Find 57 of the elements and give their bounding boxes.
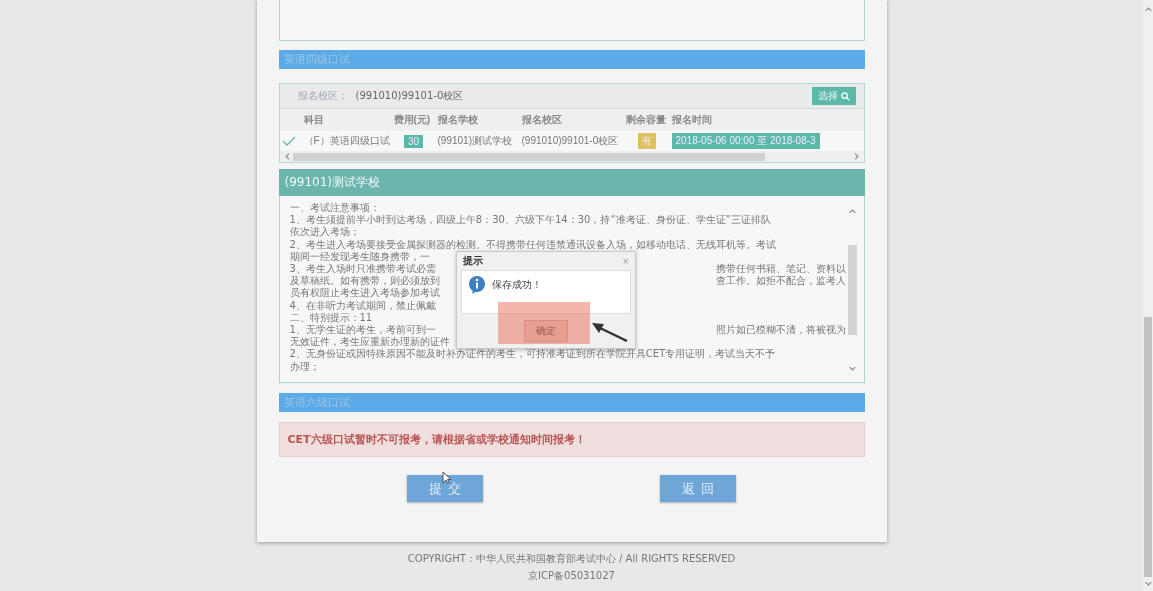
- notice-text: 4、在非听力考试期间，禁止佩戴: [289, 299, 436, 312]
- notice-text: 一、考试注意事项：: [289, 202, 380, 214]
- campus-value: (991010)99101-0校区: [355, 89, 465, 103]
- section-title: 英语六级口试: [278, 393, 865, 412]
- icp-text: 京ICP备05031027: [528, 569, 615, 583]
- campus-label: 报名校区：: [297, 89, 348, 103]
- school-title: (99101)测试学校: [278, 169, 865, 196]
- scroll-down-icon[interactable]: [1144, 580, 1152, 587]
- scrollbar-thumb[interactable]: [292, 152, 765, 161]
- select-button[interactable]: 选择: [811, 87, 856, 105]
- notice-text: 2、考生进入考场要接受金属探测器的检测。不得携带任何违禁通讯设备入场，如移动电话、无线耳机等。考试: [289, 238, 776, 251]
- notice-text: 查工作。如拒不配合，监考人: [715, 275, 846, 288]
- notice-text: 3、考生入场时只准携带考试必需: [289, 263, 436, 275]
- copyright-text: COPYRIGHT：中华人民共和国教育部考试中心 / All RIGHTS RESERVED: [407, 552, 736, 566]
- table-cell: (991010)99101-0校区: [521, 134, 619, 148]
- notice-text: 办理；: [289, 360, 320, 373]
- table-cell: (99101)测试学校: [437, 134, 512, 148]
- alert-message: CET六级口试暂时不可报考，请根据省或学校通知时间报考！: [278, 422, 865, 457]
- back-button[interactable]: 返回: [660, 475, 736, 502]
- notice-text: 及草稿纸。如有携带，则必须放到: [289, 275, 440, 287]
- column-header: 报名校区: [520, 113, 563, 127]
- notice-text: 2、无身份证或因特殊原因不能及时补办证件的考生，可持准考证到所在学院开具CET专用证明，考试当天不予: [289, 348, 776, 361]
- column-header: 报名学校: [436, 113, 479, 127]
- scroll-left-icon[interactable]: [283, 153, 291, 160]
- notice-text: 携带任何书籍、笔记、资料以: [715, 263, 846, 275]
- table-cell: （F）英语四级口试: [303, 134, 390, 148]
- scroll-down-icon[interactable]: [849, 365, 856, 372]
- dialog-title: 提示: [462, 254, 483, 268]
- scrollbar-thumb[interactable]: [1144, 316, 1152, 577]
- scrollbar-thumb[interactable]: [848, 245, 857, 335]
- search-icon: [840, 91, 850, 101]
- column-header: 费用(元): [392, 113, 432, 127]
- notice-text: 员有权阻止考生进入考场参加考试: [289, 287, 440, 300]
- ok-button[interactable]: 确定: [523, 320, 568, 342]
- notice-text: 1、考生须提前半小时到达考场，四级上午8：30、六级下午14：30，持“准考证、身份证、学生证”三证排队: [289, 214, 771, 226]
- notice-text: 依次进入考场；: [289, 226, 360, 239]
- check-icon[interactable]: [281, 136, 296, 146]
- column-header: 科目: [302, 113, 325, 127]
- notice-text: 二、特别提示：11: [289, 311, 373, 324]
- pointer-arrow: [591, 322, 628, 342]
- scroll-up-icon[interactable]: [849, 208, 856, 215]
- column-header: 报名时间: [670, 113, 713, 127]
- column-header: 剩余容量: [624, 113, 667, 127]
- info-icon: [467, 275, 486, 295]
- scroll-right-icon[interactable]: [852, 153, 860, 160]
- capacity-badge: 有: [637, 133, 656, 149]
- notice-text: 照片如已模糊不清，将被视为: [715, 324, 846, 337]
- period-badge: 2018-05-06 00:00 至 2018-08-3: [671, 133, 820, 149]
- dialog-message: 保存成功！: [491, 278, 542, 292]
- notice-text: 期间一经发现考生随身携带，一: [289, 250, 430, 263]
- close-button[interactable]: ×: [622, 255, 629, 267]
- submit-button[interactable]: 提交: [407, 475, 483, 502]
- notice-text: 无效证件，考生应重新办理新的证件: [289, 336, 450, 348]
- notice-text: 1、无学生证的考生，考前可到一: [289, 324, 436, 336]
- section-title: 英语四级口试: [278, 50, 865, 69]
- scroll-up-icon[interactable]: [1144, 6, 1152, 13]
- fee-badge: 30: [403, 134, 424, 148]
